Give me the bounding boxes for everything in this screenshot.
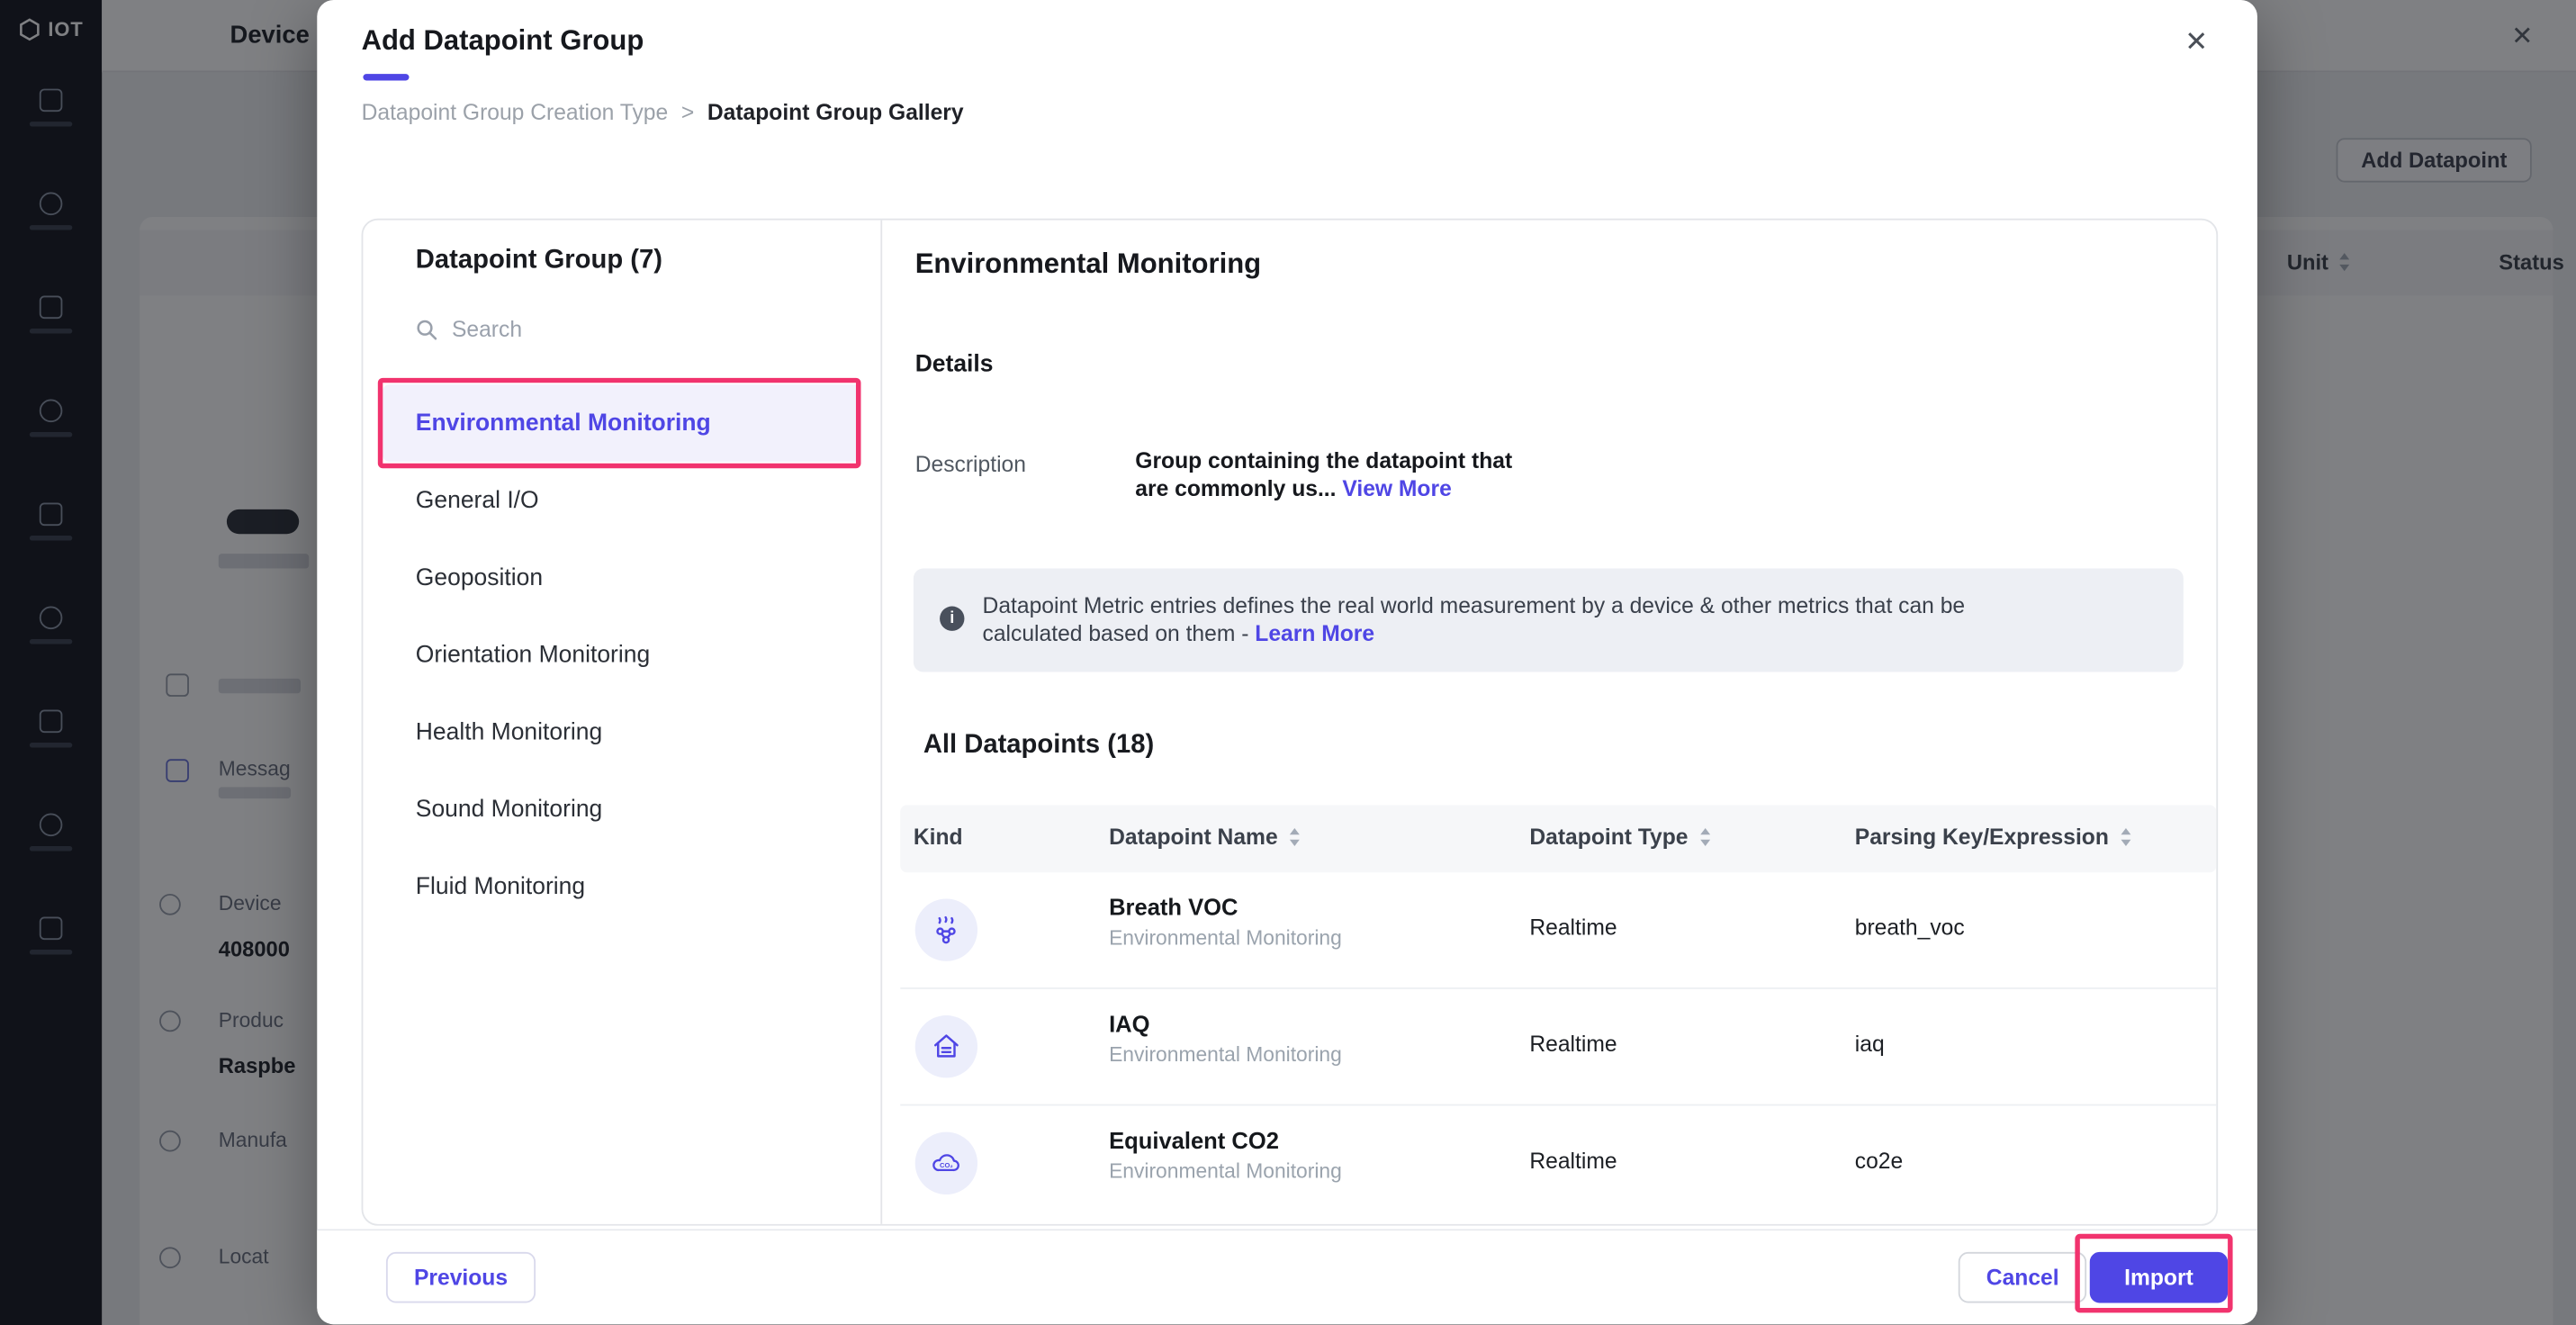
title-accent-underline xyxy=(363,74,409,79)
datapoints-table-header: Kind Datapoint Name Datapoint Type Parsi… xyxy=(900,805,2216,872)
description-label: Description xyxy=(915,452,1026,476)
group-detail-panel: Environmental Monitoring Details Descrip… xyxy=(882,221,2216,1224)
voc-molecule-icon xyxy=(915,898,977,960)
group-item-environmental-monitoring[interactable]: Environmental Monitoring xyxy=(383,384,860,462)
datapoint-group: Environmental Monitoring xyxy=(1109,1043,1342,1067)
datapoint-name: IAQ xyxy=(1109,1011,1149,1037)
modal-footer: Previous Cancel Import xyxy=(317,1229,2257,1324)
search-input[interactable] xyxy=(452,317,748,341)
type-column-header[interactable]: Datapoint Type xyxy=(1529,825,1709,849)
add-datapoint-group-modal: Add Datapoint Group ✕ Datapoint Group Cr… xyxy=(317,0,2257,1324)
modal-close-icon[interactable]: ✕ xyxy=(2184,26,2208,59)
table-row[interactable]: CO₂ Equivalent CO2 Environmental Monitor… xyxy=(900,1105,2216,1222)
sort-icon[interactable] xyxy=(2121,828,2130,845)
group-item-sound-monitoring[interactable]: Sound Monitoring xyxy=(383,771,860,848)
datapoint-type: Realtime xyxy=(1529,915,1617,940)
sort-icon[interactable] xyxy=(1289,828,1299,845)
group-item-general-io[interactable]: General I/O xyxy=(383,462,860,539)
info-icon: i xyxy=(940,607,964,631)
table-row[interactable]: IAQ Environmental Monitoring Realtime ia… xyxy=(900,989,2216,1106)
group-list-title: Datapoint Group (7) xyxy=(416,247,662,276)
details-heading: Details xyxy=(915,352,994,378)
group-search[interactable] xyxy=(416,317,748,341)
import-button[interactable]: Import xyxy=(2090,1252,2228,1303)
gallery-card: Datapoint Group (7) Environmental Monito… xyxy=(362,219,2219,1226)
datapoint-type: Realtime xyxy=(1529,1032,1617,1056)
kind-column-header: Kind xyxy=(914,825,963,849)
parsing-key: breath_voc xyxy=(1855,915,1965,940)
name-column-header[interactable]: Datapoint Name xyxy=(1109,825,1299,849)
detail-title: Environmental Monitoring xyxy=(915,248,1261,282)
datapoint-name: Breath VOC xyxy=(1109,894,1238,920)
view-more-link[interactable]: View More xyxy=(1342,475,1451,500)
screen: IOT Device ✕ Add Datapoint Unit Status M… xyxy=(0,0,2576,1325)
cancel-button[interactable]: Cancel xyxy=(1959,1252,2087,1303)
group-list-panel: Datapoint Group (7) Environmental Monito… xyxy=(363,221,882,1224)
parsing-key: co2e xyxy=(1855,1149,1903,1173)
breadcrumb-parent[interactable]: Datapoint Group Creation Type xyxy=(362,100,669,124)
previous-button[interactable]: Previous xyxy=(386,1252,536,1303)
group-item-fluid-monitoring[interactable]: Fluid Monitoring xyxy=(383,848,860,925)
datapoint-group: Environmental Monitoring xyxy=(1109,1160,1342,1184)
modal-title: Add Datapoint Group xyxy=(362,24,644,58)
parsing-key: iaq xyxy=(1855,1032,1885,1056)
breadcrumb-current: Datapoint Group Gallery xyxy=(707,100,964,124)
group-list: Environmental Monitoring General I/O Geo… xyxy=(383,384,860,925)
search-icon xyxy=(416,318,439,341)
datapoints-table-body: Breath VOC Environmental Monitoring Real… xyxy=(900,872,2216,1222)
table-row[interactable]: Breath VOC Environmental Monitoring Real… xyxy=(900,872,2216,989)
learn-more-link[interactable]: Learn More xyxy=(1255,620,1374,644)
datapoint-group: Environmental Monitoring xyxy=(1109,926,1342,950)
air-quality-home-icon xyxy=(915,1015,977,1077)
group-item-geoposition[interactable]: Geoposition xyxy=(383,539,860,617)
description-value: Group containing the datapoint that are … xyxy=(1135,448,1545,502)
datapoint-type: Realtime xyxy=(1529,1149,1617,1173)
group-item-health-monitoring[interactable]: Health Monitoring xyxy=(383,693,860,771)
co2-cloud-icon: CO₂ xyxy=(915,1132,977,1194)
key-column-header[interactable]: Parsing Key/Expression xyxy=(1855,825,2130,849)
datapoint-name: Equivalent CO2 xyxy=(1109,1127,1279,1153)
datapoints-heading: All Datapoints (18) xyxy=(923,731,1154,761)
breadcrumb: Datapoint Group Creation Type > Datapoin… xyxy=(362,100,964,124)
svg-text:CO₂: CO₂ xyxy=(940,1161,953,1169)
group-item-orientation-monitoring[interactable]: Orientation Monitoring xyxy=(383,616,860,693)
info-banner: i Datapoint Metric entries defines the r… xyxy=(914,569,2184,672)
breadcrumb-separator: > xyxy=(681,100,694,124)
sort-icon[interactable] xyxy=(1699,828,1709,845)
info-text: Datapoint Metric entries defines the rea… xyxy=(983,593,2059,647)
